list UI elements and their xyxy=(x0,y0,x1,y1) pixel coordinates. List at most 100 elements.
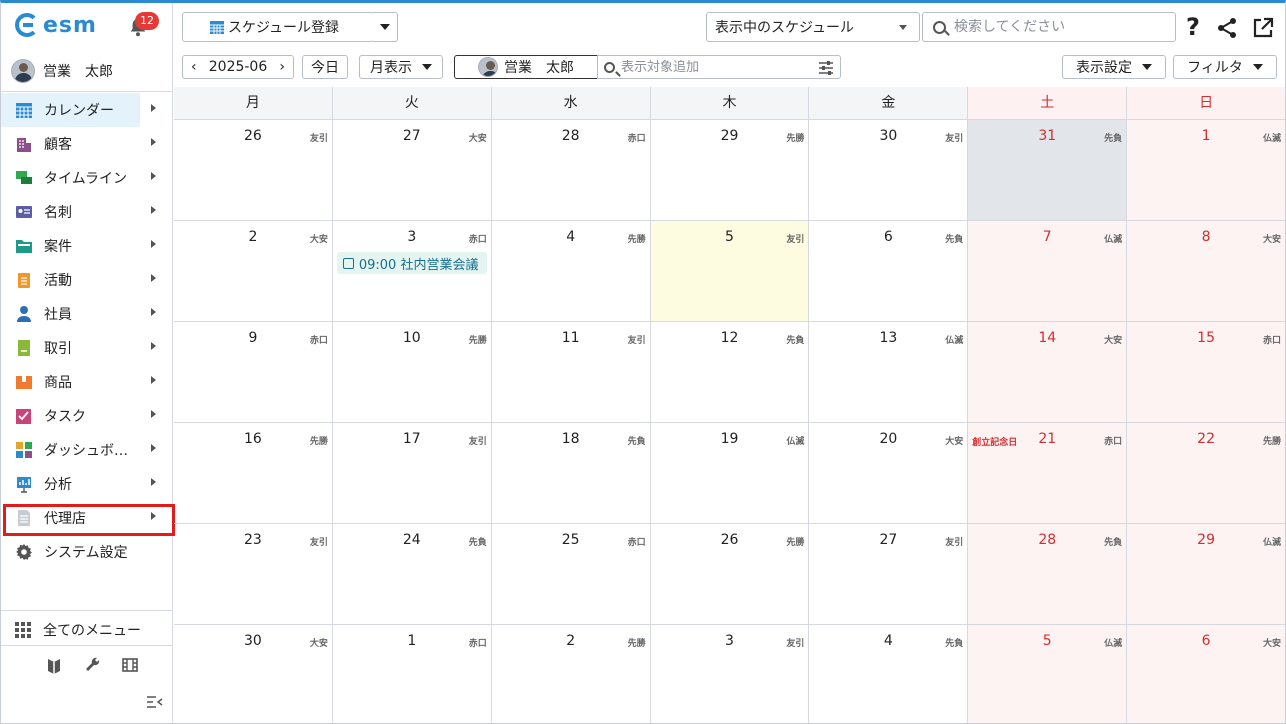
view-mode-button[interactable]: 月表示 xyxy=(359,55,443,79)
calendar-day-cell[interactable]: 13 仏滅 xyxy=(809,322,969,422)
sidebar-item-timeline[interactable]: タイムライン xyxy=(1,161,172,195)
calendar-day-cell[interactable]: 31 先負 xyxy=(968,120,1128,220)
rokuyo-label: 先負 xyxy=(1104,134,1123,144)
sidebar-item-task[interactable]: タスク xyxy=(1,399,172,433)
sliders-icon[interactable] xyxy=(818,60,834,76)
display-settings-label: 表示設定 xyxy=(1076,60,1132,76)
user-profile[interactable]: 営業 太郎 xyxy=(11,59,113,83)
rokuyo-label: 赤口 xyxy=(627,538,646,548)
calendar-day-cell[interactable]: 28 先負 xyxy=(968,524,1128,624)
calendar-day-cell[interactable]: 3 赤口 09:00 社内営業会議 xyxy=(333,221,492,321)
calendar-day-cell[interactable]: 26 先勝 xyxy=(651,524,810,624)
calendar-day-cell[interactable]: 20 大安 xyxy=(809,423,969,523)
sidebar-item-deal[interactable]: 案件 xyxy=(1,229,172,263)
day-number: 4 xyxy=(566,229,576,245)
holiday-label: 創立記念日 xyxy=(972,438,1018,448)
sidebar-item-dashboard[interactable]: ダッシュボード xyxy=(1,433,172,467)
open-new-window-icon[interactable] xyxy=(1252,17,1274,39)
weekday-label: 日 xyxy=(1127,87,1285,119)
calendar-day-cell[interactable]: 28 赤口 xyxy=(492,120,651,220)
calendar-day-cell[interactable]: 15 赤口 xyxy=(1127,322,1285,422)
sidebar-item-label: 顧客 xyxy=(44,137,72,153)
calendar-day-cell[interactable]: 1 仏滅 xyxy=(1127,120,1285,220)
calendar-day-cell[interactable]: 10 先勝 xyxy=(333,322,492,422)
calendar-day-cell[interactable]: 16 先勝 xyxy=(174,423,333,523)
sidebar-item-product[interactable]: 商品 xyxy=(1,365,172,399)
calendar-day-cell[interactable]: 27 大安 xyxy=(333,120,492,220)
add-target-field[interactable] xyxy=(597,55,841,79)
display-settings-button[interactable]: 表示設定 xyxy=(1062,55,1166,79)
add-target-input[interactable] xyxy=(621,59,811,75)
film-icon[interactable] xyxy=(121,656,139,674)
sidebar-item-agency[interactable]: 代理店 xyxy=(1,501,172,535)
calendar-day-cell[interactable]: 29 先勝 xyxy=(651,120,810,220)
day-number: 6 xyxy=(883,229,893,245)
calendar-day-cell[interactable]: 6 先負 xyxy=(809,221,969,321)
sidebar-item-activity[interactable]: 活動 xyxy=(1,263,172,297)
calendar-day-cell[interactable]: 1 赤口 xyxy=(333,625,492,723)
sidebar-item-label: カレンダー xyxy=(44,103,114,119)
schedule-event[interactable]: 09:00 社内営業会議 xyxy=(336,252,487,274)
sidebar-item-calendar[interactable]: カレンダー xyxy=(1,93,156,127)
calendar-day-cell[interactable]: 3 友引 xyxy=(651,625,810,723)
calendar-day-cell[interactable]: 25 赤口 xyxy=(492,524,651,624)
day-number: 12 xyxy=(720,330,739,346)
display-schedule-select[interactable]: 表示中のスケジュール xyxy=(706,12,920,42)
calendar-day-cell[interactable]: 7 仏滅 xyxy=(968,221,1128,321)
search-input[interactable] xyxy=(954,19,1174,35)
esm-logo[interactable]: esm xyxy=(15,12,97,38)
calendar-day-cell[interactable]: 4 先負 xyxy=(809,625,969,723)
calendar-day-cell[interactable]: 29 仏滅 xyxy=(1127,524,1285,624)
calendar-day-cell[interactable]: 9 赤口 xyxy=(174,322,333,422)
rokuyo-label: 友引 xyxy=(627,336,646,346)
schedule-search[interactable] xyxy=(922,12,1176,42)
calendar-day-cell[interactable]: 5 友引 xyxy=(650,221,810,321)
chevron-right-icon xyxy=(151,104,156,112)
calendar-day-cell[interactable]: 12 先負 xyxy=(651,322,810,422)
calendar-day-cell[interactable]: 18 先負 xyxy=(492,423,651,523)
sidebar-item-customer[interactable]: 顧客 xyxy=(1,127,172,161)
register-schedule-button[interactable]: スケジュール登録 xyxy=(182,12,374,42)
all-menu-button[interactable]: 全てのメニュー xyxy=(15,620,141,640)
manual-icon[interactable] xyxy=(45,656,63,674)
calendar-day-cell[interactable]: 30 友引 xyxy=(809,120,969,220)
collapse-sidebar-icon[interactable] xyxy=(146,694,164,708)
weekday-label: 金 xyxy=(809,87,969,119)
calendar-day-cell[interactable]: 22 先勝 xyxy=(1127,423,1285,523)
calendar-day-cell[interactable]: 19 仏滅 xyxy=(651,423,810,523)
calendar-day-cell[interactable]: 17 友引 xyxy=(333,423,492,523)
calendar-day-cell[interactable]: 27 友引 xyxy=(809,524,969,624)
calendar-day-cell[interactable]: 6 大安 xyxy=(1127,625,1285,723)
calendar-day-cell[interactable]: 23 友引 xyxy=(174,524,333,624)
calendar-day-cell[interactable]: 5 仏滅 xyxy=(968,625,1128,723)
calendar-day-cell[interactable]: 8 大安 xyxy=(1127,221,1285,321)
grid-icon xyxy=(15,622,31,638)
rokuyo-label: 大安 xyxy=(1263,235,1282,245)
filter-button[interactable]: フィルタ xyxy=(1173,55,1277,79)
sidebar-item-business-card[interactable]: 名刺 xyxy=(1,195,172,229)
help-icon[interactable]: ? xyxy=(1186,13,1200,41)
target-user-chip[interactable]: 営業 太郎 xyxy=(454,55,598,79)
calendar-day-cell[interactable]: 14 大安 xyxy=(968,322,1128,422)
wrench-icon[interactable] xyxy=(83,656,101,674)
day-number: 2 xyxy=(566,633,576,649)
calendar-day-cell[interactable]: 26 友引 xyxy=(174,120,333,220)
share-icon[interactable] xyxy=(1217,17,1239,39)
calendar-day-cell[interactable]: 2 大安 xyxy=(174,221,333,321)
calendar-day-cell[interactable]: 24 先負 xyxy=(333,524,492,624)
today-button[interactable]: 今日 xyxy=(302,55,348,79)
calendar-day-cell[interactable]: 21 赤口 創立記念日 xyxy=(968,423,1128,523)
calendar-day-cell[interactable]: 30 大安 xyxy=(174,625,333,723)
rokuyo-label: 仏滅 xyxy=(1263,538,1282,548)
calendar-day-cell[interactable]: 4 先勝 xyxy=(492,221,651,321)
sidebar-item-system-settings[interactable]: システム設定 xyxy=(1,535,172,569)
sidebar-item-employee[interactable]: 社員 xyxy=(1,297,172,331)
calendar-day-cell[interactable]: 2 先勝 xyxy=(492,625,651,723)
prev-month-icon[interactable]: ‹ xyxy=(191,59,197,75)
weekday-header: 月 火 水 木 金 土 日 xyxy=(174,87,1285,120)
sidebar-item-analysis[interactable]: 分析 xyxy=(1,467,172,501)
register-dropdown-button[interactable] xyxy=(372,12,398,42)
next-month-icon[interactable]: › xyxy=(279,59,285,75)
calendar-day-cell[interactable]: 11 友引 xyxy=(492,322,651,422)
sidebar-item-transaction[interactable]: 取引 xyxy=(1,331,172,365)
